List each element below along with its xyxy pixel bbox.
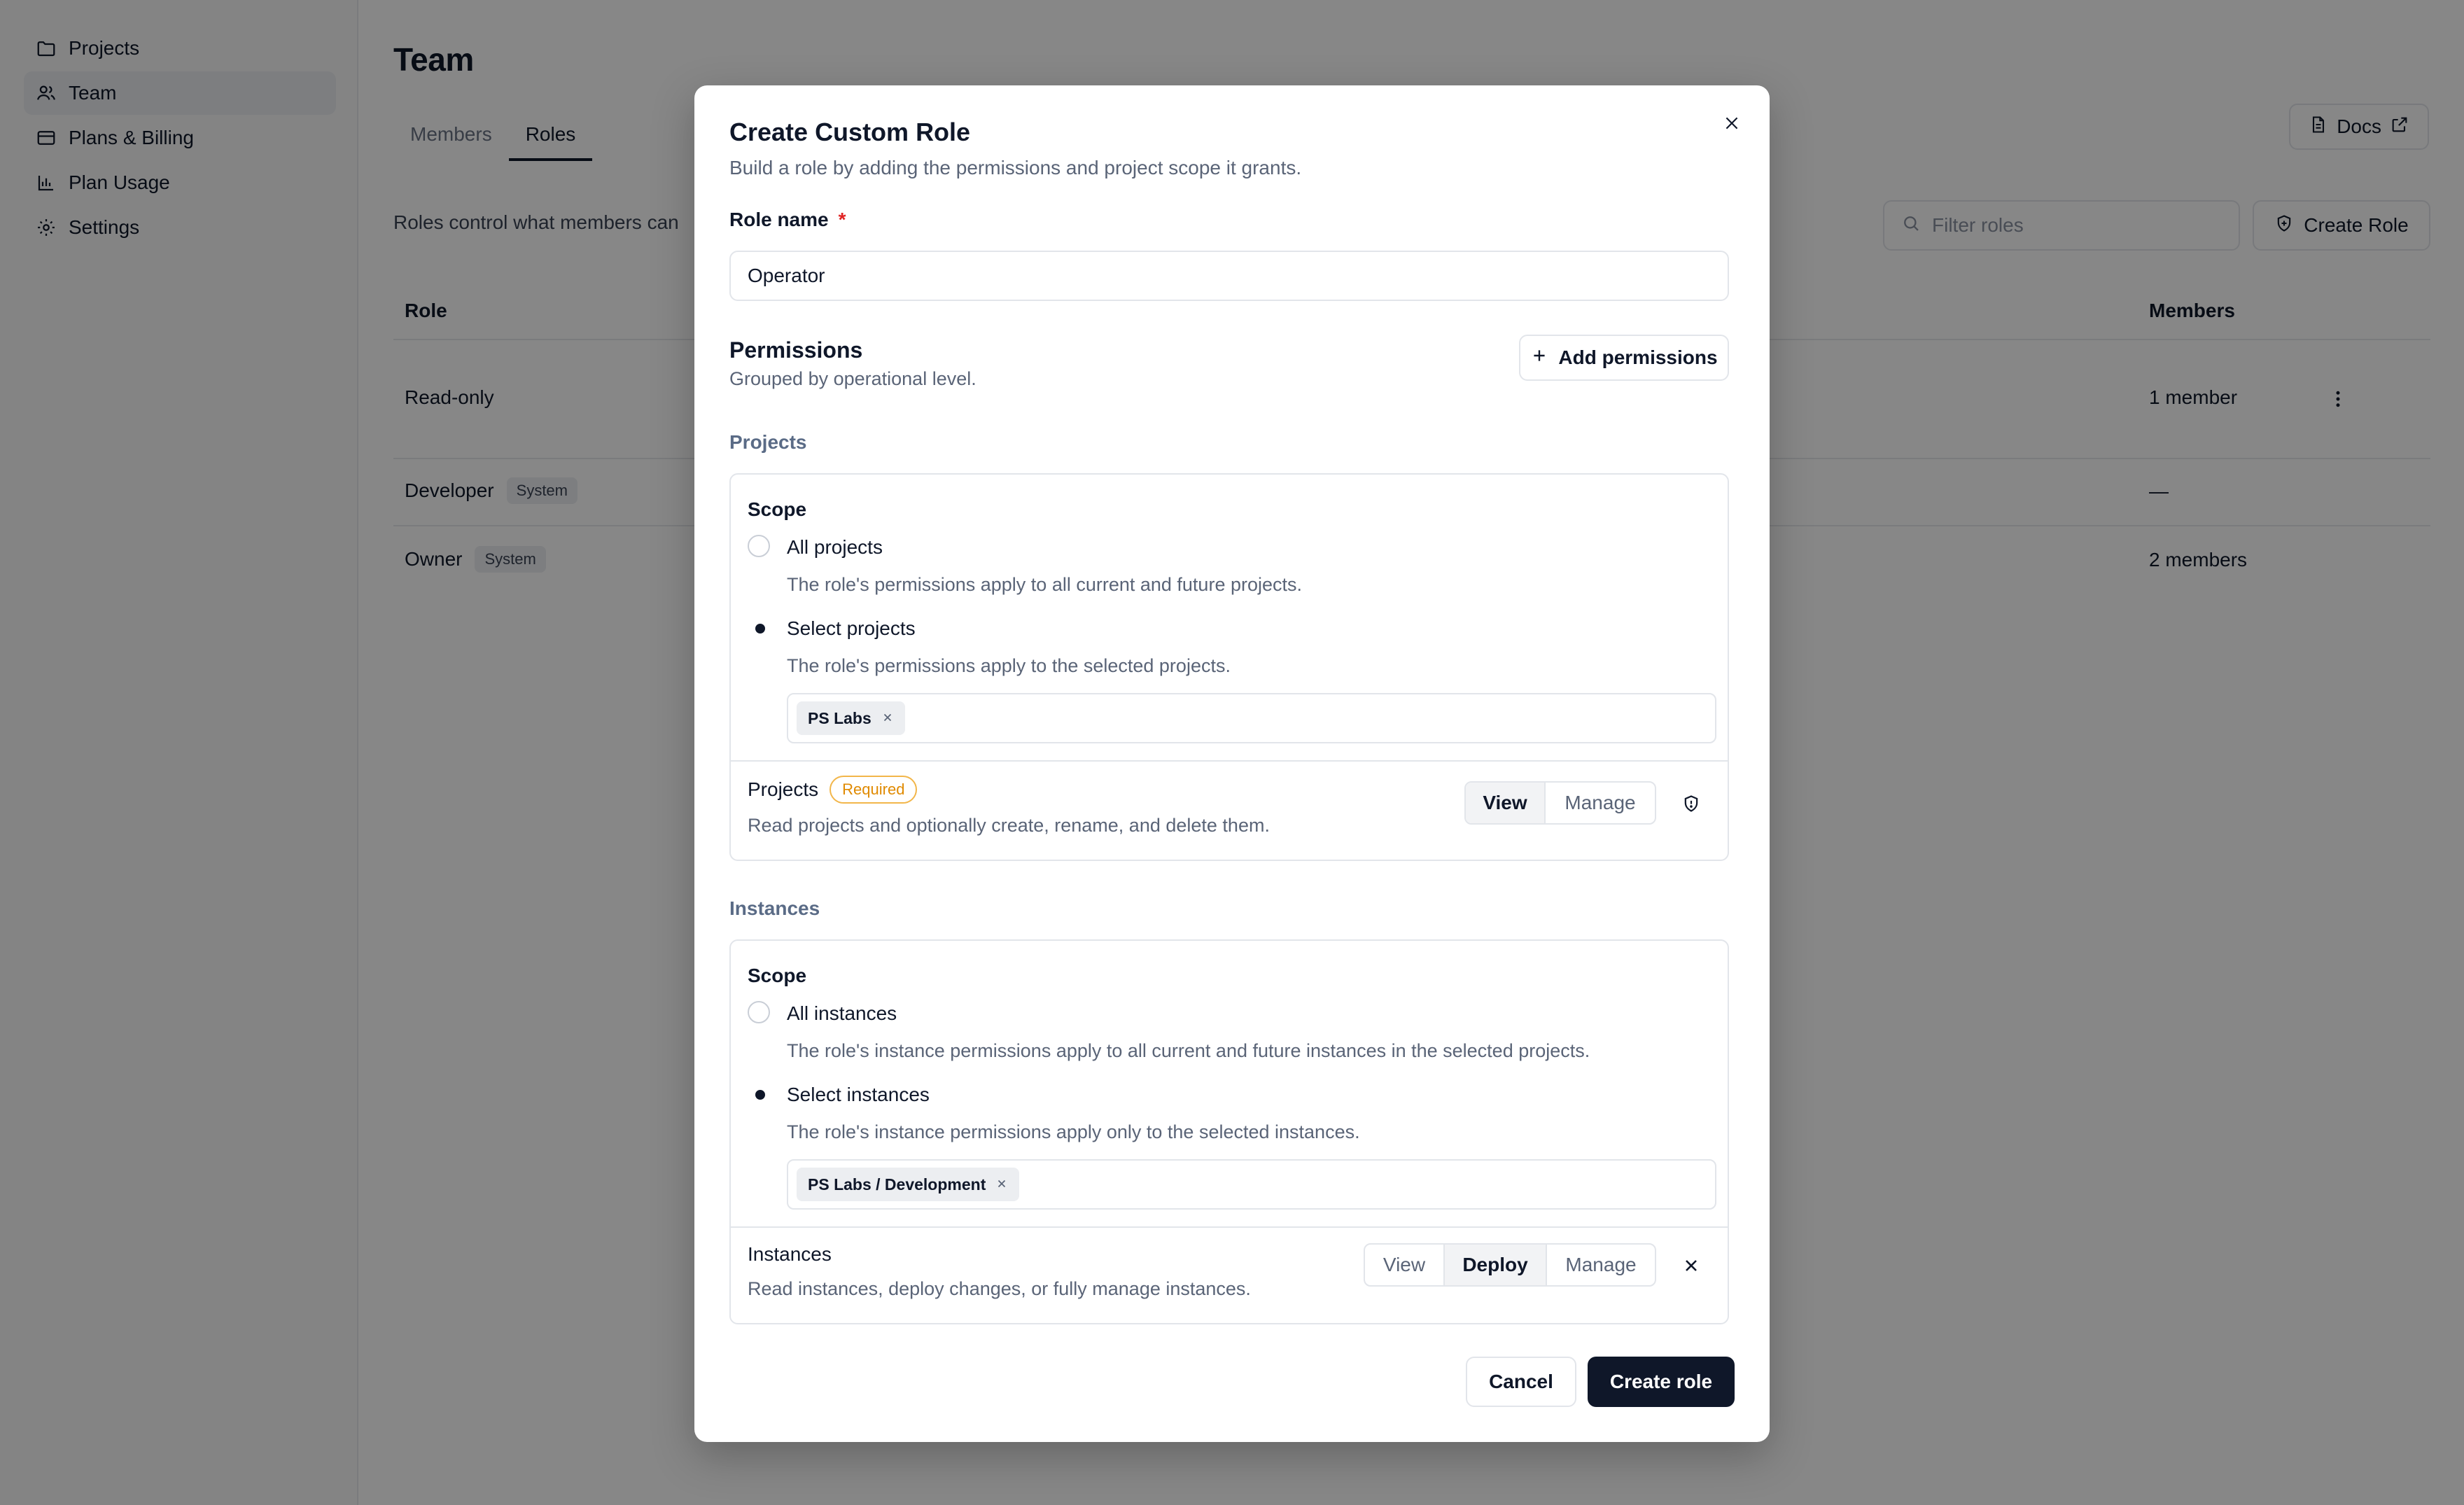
permission-name: Projects Required	[748, 776, 918, 804]
level-deploy[interactable]: Deploy	[1445, 1245, 1547, 1285]
radio-label[interactable]: Select projects	[787, 617, 916, 640]
cancel-button[interactable]: Cancel	[1466, 1357, 1576, 1407]
project-selector[interactable]: PS Labs	[787, 693, 1716, 743]
radio-description: The role's instance permissions apply to…	[787, 1040, 1590, 1061]
dialog-subtitle: Build a role by adding the permissions a…	[729, 157, 1302, 178]
selected-chip: PS Labs / Development	[797, 1168, 1020, 1201]
level-view[interactable]: View	[1466, 783, 1546, 823]
close-icon[interactable]	[1715, 106, 1749, 140]
selected-chip: PS Labs	[797, 701, 905, 735]
permission-description: Read instances, deploy changes, or fully…	[748, 1278, 1251, 1299]
instances-level-toggle: View Deploy Manage	[1364, 1243, 1656, 1287]
radio-label[interactable]: Select instances	[787, 1084, 930, 1106]
group-label-projects: Projects	[729, 431, 807, 453]
radio-all-instances[interactable]	[748, 1001, 770, 1023]
radio-description: The role's instance permissions apply on…	[787, 1121, 1360, 1142]
group-label-instances: Instances	[729, 897, 820, 919]
remove-chip-icon[interactable]	[881, 709, 894, 728]
radio-description: The role's permissions apply to all curr…	[787, 574, 1303, 595]
permissions-title: Permissions	[729, 337, 863, 363]
level-view[interactable]: View	[1365, 1245, 1445, 1285]
permission-name-text: Projects	[748, 778, 819, 800]
projects-level-toggle: View Manage	[1464, 781, 1656, 825]
permission-name: Instances	[748, 1243, 832, 1266]
plus-icon	[1530, 346, 1548, 370]
level-manage[interactable]: Manage	[1547, 1245, 1655, 1285]
permissions-subtitle: Grouped by operational level.	[729, 368, 976, 389]
remove-chip-icon[interactable]	[995, 1175, 1008, 1194]
projects-permission-card: Scope All projects The role's permission…	[729, 473, 1729, 861]
radio-select-instances[interactable]	[748, 1082, 770, 1105]
role-name-input[interactable]: Operator	[729, 251, 1729, 301]
permission-description: Read projects and optionally create, ren…	[748, 815, 1270, 836]
divider	[731, 760, 1728, 762]
chip-label: PS Labs	[808, 708, 872, 727]
role-name-label-text: Role name	[729, 209, 829, 230]
instances-permission-card: Scope All instances The role's instance …	[729, 939, 1729, 1324]
divider	[731, 1226, 1728, 1228]
add-permissions-button[interactable]: Add permissions	[1519, 335, 1729, 381]
radio-label[interactable]: All instances	[787, 1002, 897, 1025]
radio-all-projects[interactable]	[748, 535, 770, 557]
create-role-dialog: Create Custom Role Build a role by addin…	[694, 85, 1770, 1442]
required-badge: Required	[830, 776, 918, 804]
dialog-title: Create Custom Role	[729, 118, 971, 146]
role-name-label: Role name *	[729, 209, 846, 231]
chip-label: PS Labs / Development	[808, 1175, 986, 1194]
close-icon[interactable]	[1676, 1250, 1707, 1281]
radio-select-projects[interactable]	[748, 616, 770, 638]
instance-selector[interactable]: PS Labs / Development	[787, 1159, 1716, 1210]
level-manage[interactable]: Manage	[1546, 783, 1655, 823]
radio-label[interactable]: All projects	[787, 536, 883, 559]
radio-description: The role's permissions apply to the sele…	[787, 655, 1231, 676]
add-permissions-label: Add permissions	[1558, 346, 1718, 368]
scope-label: Scope	[748, 498, 807, 520]
permission-name-text: Instances	[748, 1243, 832, 1265]
create-role-submit-button[interactable]: Create role	[1588, 1357, 1735, 1407]
app-root: Projects Team Plans & Billing Plan Usage…	[0, 0, 2464, 1505]
required-star: *	[838, 209, 846, 230]
shield-icon	[1676, 788, 1707, 819]
scope-label: Scope	[748, 965, 807, 986]
